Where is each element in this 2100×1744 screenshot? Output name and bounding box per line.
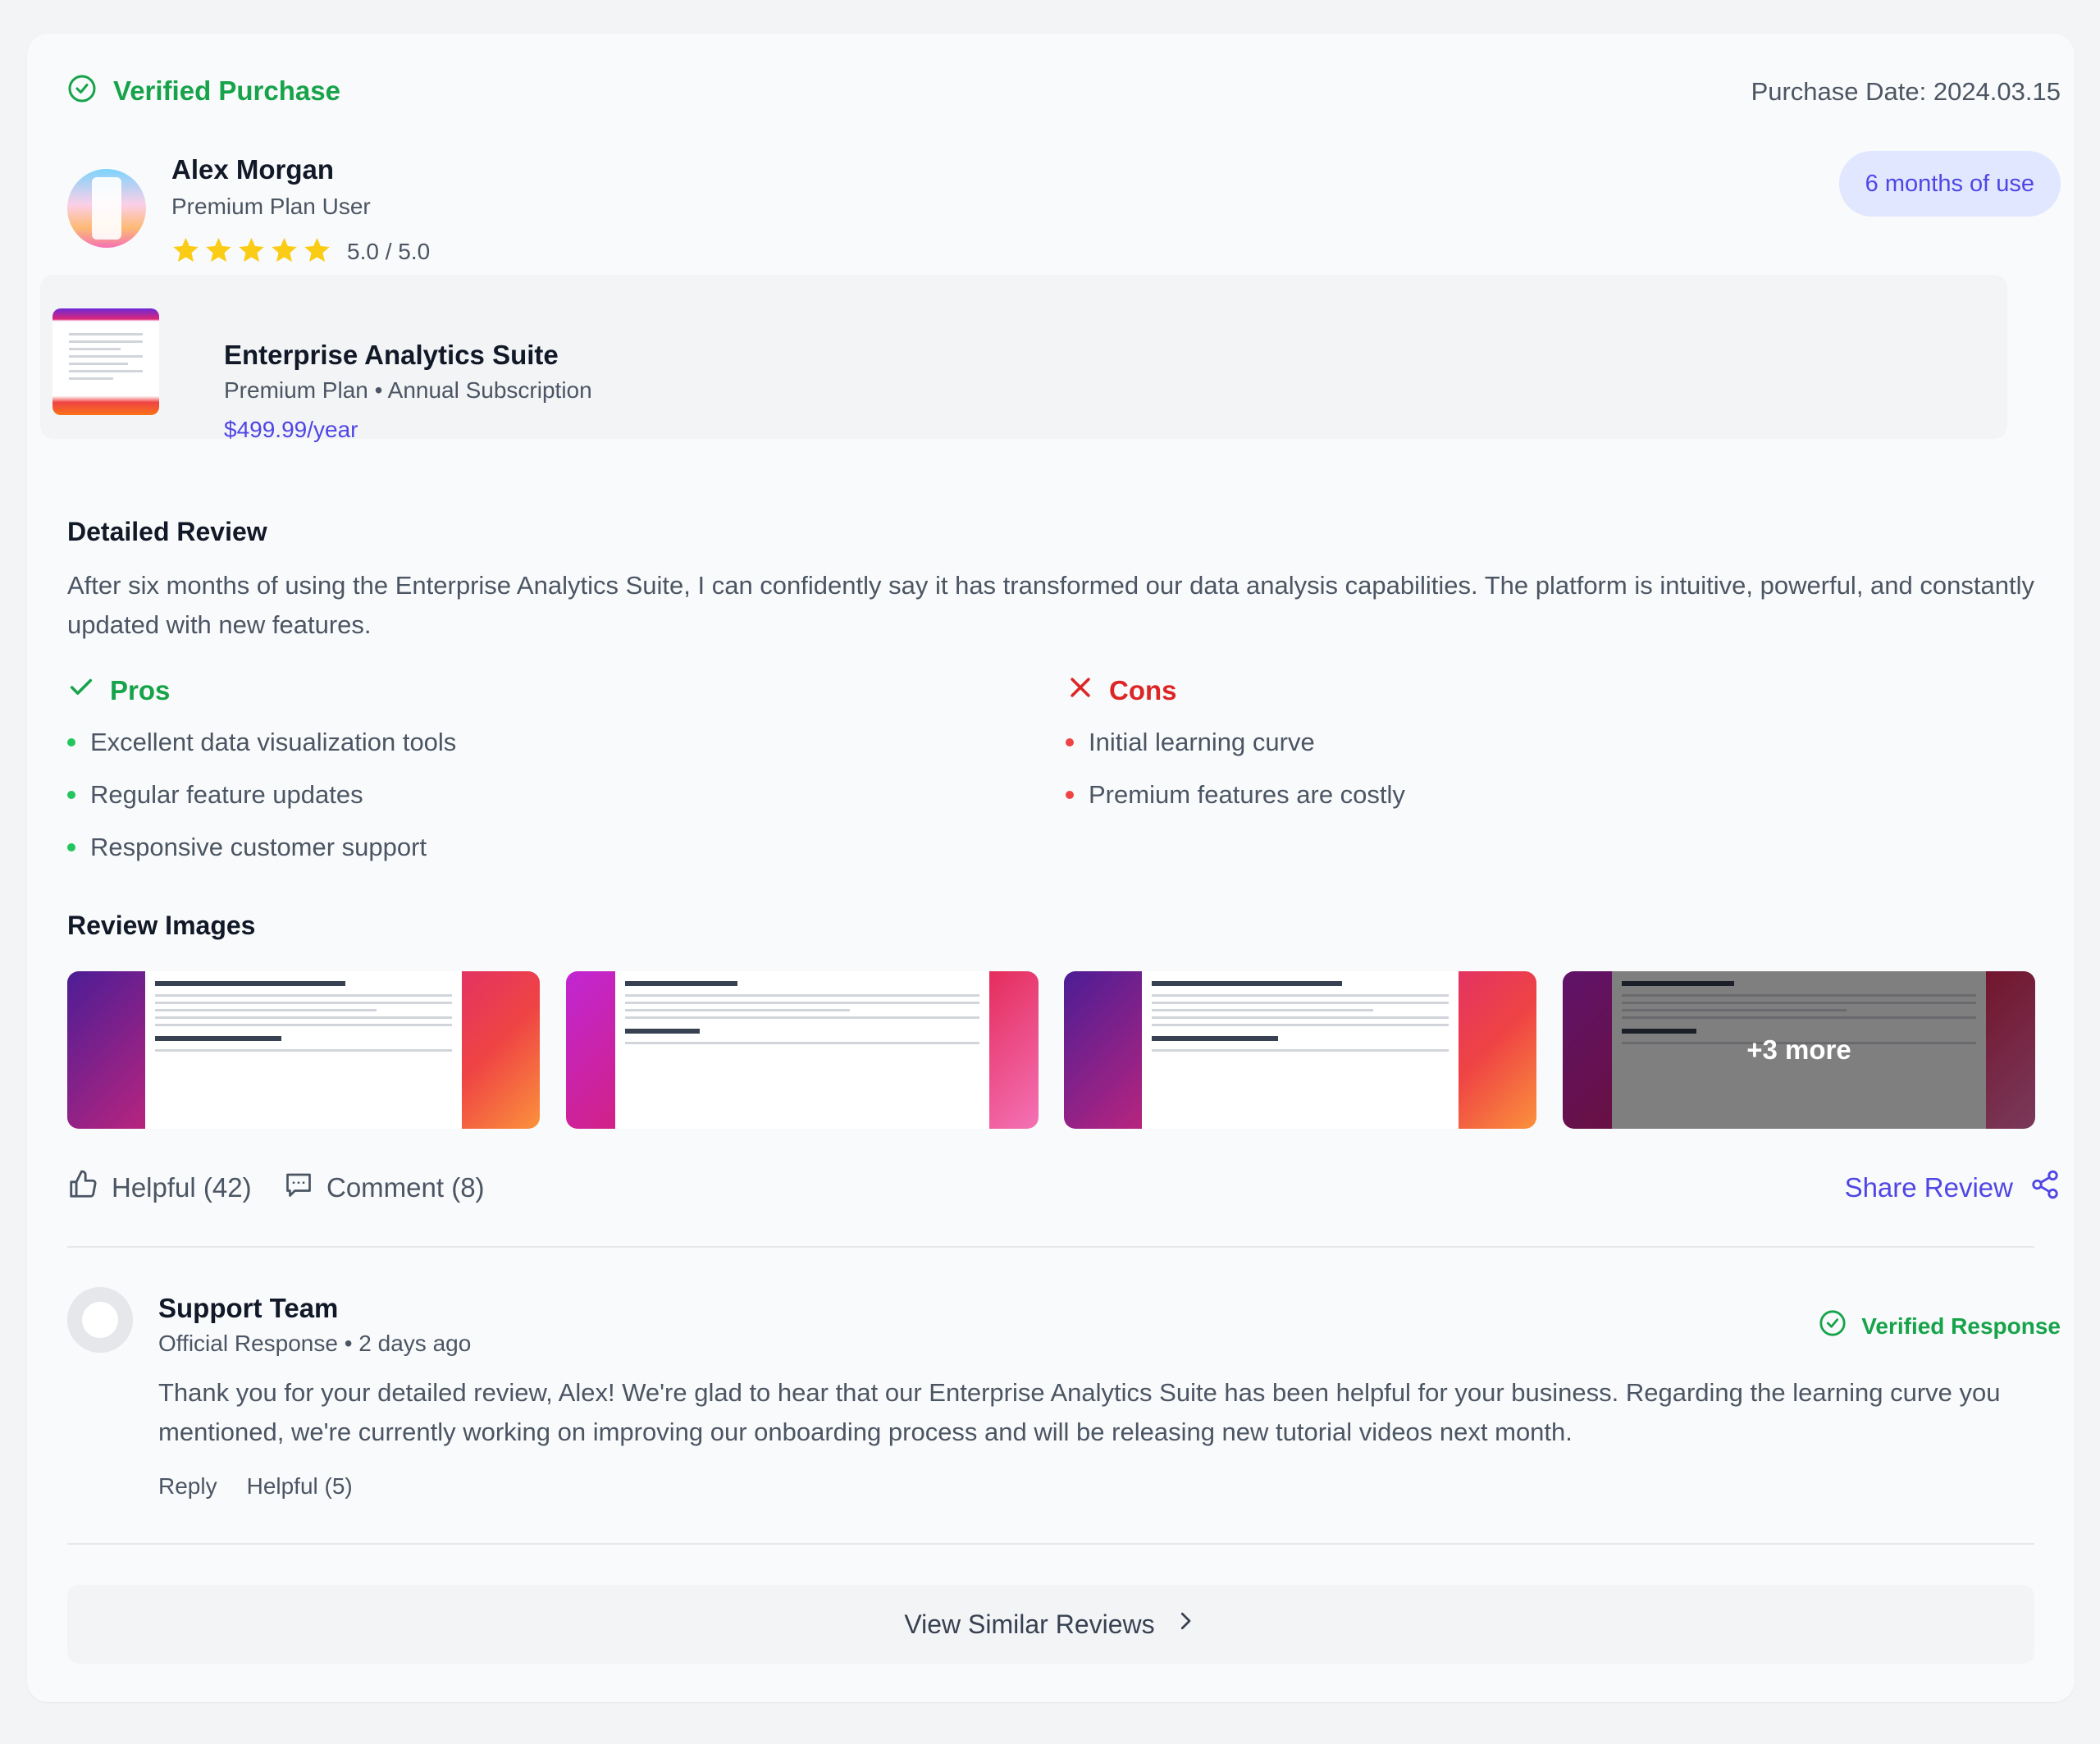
divider [67,1543,2034,1545]
similar-label: View Similar Reviews [904,1609,1155,1639]
check-circle-icon [1819,1309,1847,1343]
verified-purchase-label: Verified Purchase [113,75,340,106]
helpful-label: Helpful (42) [112,1172,252,1203]
review-image[interactable] [67,971,540,1129]
support-avatar [67,1287,133,1353]
verified-response-label: Verified Response [1861,1313,2061,1339]
star-icon [204,235,233,268]
share-review-button[interactable]: Share Review [1845,1168,2061,1208]
check-circle-icon [67,74,97,107]
reviewer-role: Premium Plan User [171,194,371,219]
star-icon [270,235,299,268]
star-icon [171,235,200,268]
reply-button[interactable]: Reply [158,1473,217,1500]
product-price: $499.99/year [224,417,358,442]
review-image[interactable] [566,971,1039,1129]
rating-text: 5.0 / 5.0 [347,239,431,264]
purchase-date: Purchase Date: 2024.03.15 [1751,77,2061,106]
response-helpful-button[interactable]: Helpful (5) [247,1473,353,1500]
pros-list: Excellent data visualization tools Regul… [67,716,456,874]
more-images-label: +3 more [1563,971,2035,1129]
star-icon [237,235,266,268]
pros-item: Excellent data visualization tools [67,716,456,769]
view-similar-reviews-button[interactable]: View Similar Reviews [67,1585,2034,1664]
cons-title: Cons [1109,675,1177,705]
detailed-review-title: Detailed Review [67,517,267,546]
review-body: After six months of using the Enterprise… [67,571,2034,639]
response-body: Thank you for your detailed review, Alex… [158,1378,2001,1446]
reviewer-name[interactable]: Alex Morgan [171,154,334,185]
x-icon [1066,673,1094,708]
review-images-title: Review Images [67,911,256,940]
usage-badge: 6 months of use [1838,151,2061,217]
product-thumbnail[interactable] [52,308,159,415]
pros-item: Regular feature updates [67,769,456,821]
product-name[interactable]: Enterprise Analytics Suite [224,340,559,371]
verified-response: Verified Response [1819,1309,2061,1343]
pros-item: Responsive customer support [67,821,456,874]
cons-item: Premium features are costly [1066,769,1405,821]
share-label: Share Review [1844,1172,2013,1203]
helpful-button[interactable]: Helpful (42) [67,1168,252,1208]
divider [67,1246,2034,1248]
response-actions: Reply Helpful (5) [158,1473,353,1500]
review-image-more[interactable]: +3 more [1563,971,2035,1129]
avatar[interactable] [67,169,146,248]
thumbs-up-icon [67,1169,98,1207]
cons-item: Initial learning curve [1066,716,1405,769]
pros-title: Pros [110,675,171,705]
share-icon [2029,1169,2061,1207]
comment-icon [284,1170,313,1206]
pros-heading: Pros [67,673,170,708]
verified-purchase: Verified Purchase [67,74,340,107]
comment-button[interactable]: Comment (8) [284,1168,485,1208]
check-icon [67,673,95,708]
cons-heading: Cons [1066,673,1177,708]
responder-name: Support Team [158,1293,339,1323]
review-image[interactable] [1064,971,1536,1129]
star-icon [303,235,331,268]
star-rating: 5.0 / 5.0 [171,235,430,268]
product-plan: Premium Plan • Annual Subscription [224,377,592,403]
chevron-right-icon [1173,1609,1198,1640]
comment-label: Comment (8) [326,1172,485,1203]
cons-list: Initial learning curve Premium features … [1066,716,1405,821]
response-meta: Official Response • 2 days ago [158,1331,472,1356]
